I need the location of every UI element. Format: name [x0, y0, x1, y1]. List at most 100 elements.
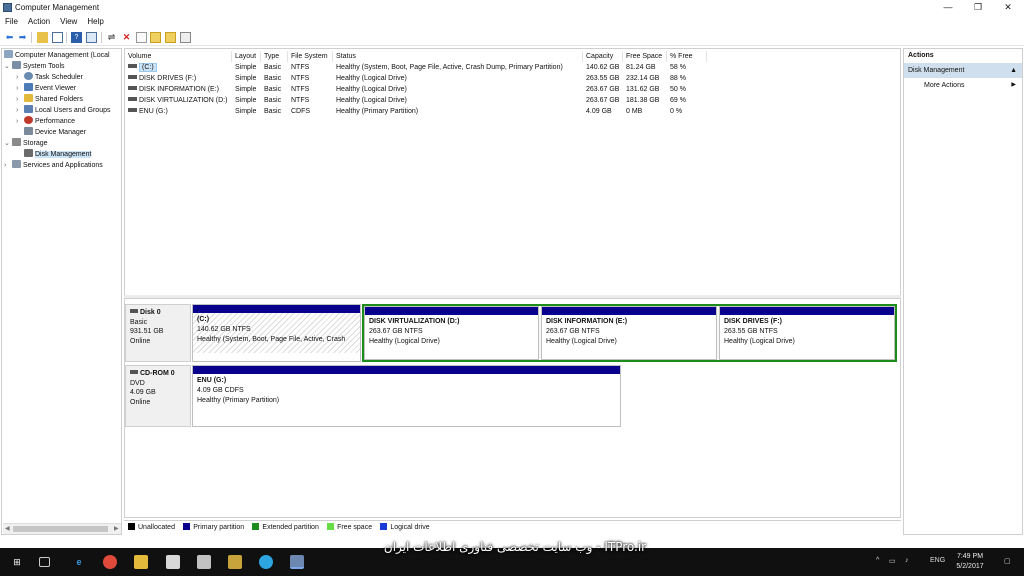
tree-item-task-scheduler[interactable]: › Task Scheduler: [16, 72, 83, 83]
menu-view[interactable]: View: [55, 15, 82, 28]
partition-c[interactable]: (C:) 140.62 GB NTFS Healthy (System, Boo…: [192, 304, 361, 362]
tree-item-system-tools[interactable]: ⌄ System Tools: [4, 61, 65, 72]
forward-icon[interactable]: ➡: [17, 32, 28, 43]
minimize-button[interactable]: —: [934, 0, 962, 14]
cell-type: Basic: [264, 64, 282, 71]
expand-icon[interactable]: ›: [16, 83, 24, 94]
collapse-icon[interactable]: ⌄: [4, 138, 12, 149]
clock-icon: [24, 72, 33, 80]
col-capacity[interactable]: Capacity: [583, 51, 623, 62]
tree-item-shared-folders[interactable]: › Shared Folders: [16, 94, 83, 105]
notifications-icon[interactable]: ▢: [1004, 557, 1011, 565]
partition-d[interactable]: DISK VIRTUALIZATION (D:) 263.67 GB NTFS …: [364, 306, 539, 360]
col-percent-free[interactable]: % Free: [667, 51, 707, 62]
partition-size: 263.55 GB NTFS: [724, 328, 778, 335]
file-explorer-icon[interactable]: [134, 555, 148, 569]
scroll-right-icon[interactable]: ▶: [114, 525, 119, 532]
show-hide-tree-icon[interactable]: [52, 32, 63, 43]
language-indicator[interactable]: ENG: [930, 557, 945, 564]
telegram-icon[interactable]: [259, 555, 273, 569]
collapse-icon[interactable]: ▲: [1010, 63, 1017, 78]
open-icon[interactable]: [150, 32, 161, 43]
collapse-icon[interactable]: ⌄: [4, 61, 12, 72]
computer-management-taskbar-icon[interactable]: [290, 555, 304, 569]
tree-item-services[interactable]: › Services and Applications: [4, 160, 103, 171]
scroll-thumb[interactable]: [13, 526, 108, 532]
start-icon[interactable]: ⊞: [10, 555, 24, 569]
folder-icon: [24, 94, 33, 102]
volume-row-e[interactable]: DISK INFORMATION (E:): [125, 84, 219, 95]
cell-percent-free: 88 %: [670, 75, 686, 82]
volume-icon[interactable]: ♪: [905, 557, 909, 564]
menu-action[interactable]: Action: [23, 15, 55, 28]
cell-layout: Simple: [235, 97, 257, 104]
cell-type: Basic: [264, 75, 282, 82]
volume-row-f[interactable]: DISK DRIVES (F:): [125, 73, 196, 84]
tree-horizontal-scrollbar[interactable]: ◀ ▶: [3, 523, 121, 534]
up-folder-icon[interactable]: [37, 32, 48, 43]
tree-item-performance[interactable]: › Performance: [16, 116, 75, 127]
volume-row-c[interactable]: (C:): [125, 62, 157, 73]
expand-icon[interactable]: ›: [16, 105, 24, 116]
connect-icon[interactable]: ⇌: [106, 32, 117, 43]
menu-help[interactable]: Help: [82, 15, 108, 28]
close-button[interactable]: ✕: [994, 0, 1022, 14]
maximize-button[interactable]: ❐: [964, 0, 992, 14]
col-layout[interactable]: Layout: [232, 51, 261, 62]
properties-sheet-icon[interactable]: [136, 32, 147, 43]
volume-row-g[interactable]: ENU (G:): [125, 106, 168, 117]
chrome-icon[interactable]: [103, 555, 117, 569]
tree-item-device-manager[interactable]: Device Manager: [24, 127, 86, 138]
app-icon-generic[interactable]: [197, 555, 211, 569]
cell-free-space: 131.62 GB: [626, 86, 660, 93]
expand-icon[interactable]: ›: [16, 72, 24, 83]
tree-item-storage[interactable]: ⌄ Storage: [4, 138, 48, 149]
partition-g[interactable]: ENU (G:) 4.09 GB CDFS Healthy (Primary P…: [192, 365, 621, 427]
col-free-space[interactable]: Free Space: [623, 51, 667, 62]
tree-item-disk-management[interactable]: Disk Management: [24, 149, 92, 160]
cell-layout: Simple: [235, 86, 257, 93]
cdrom-0-type: DVD: [130, 379, 145, 387]
actions-section-disk-management[interactable]: Disk Management ▲: [904, 63, 1022, 78]
scroll-left-icon[interactable]: ◀: [5, 525, 10, 532]
tree-item-event-viewer[interactable]: › Event Viewer: [16, 83, 76, 94]
disk-0-label[interactable]: Disk 0 Basic 931.51 GB Online: [125, 304, 191, 362]
partition-f[interactable]: DISK DRIVES (F:) 263.55 GB NTFS Healthy …: [719, 306, 895, 360]
back-icon[interactable]: ⬅: [4, 32, 15, 43]
expand-icon[interactable]: ›: [16, 94, 24, 105]
more-actions-item[interactable]: More Actions ▶: [904, 78, 1022, 93]
col-type[interactable]: Type: [261, 51, 288, 62]
cell-capacity: 263.67 GB: [586, 86, 620, 93]
cdrom-0-status: Online: [130, 398, 151, 406]
partition-e[interactable]: DISK INFORMATION (E:) 263.67 GB NTFS Hea…: [541, 306, 717, 360]
cell-file-system: CDFS: [291, 108, 311, 115]
edge-icon[interactable]: e: [72, 555, 86, 569]
cd-volume-icon: [128, 108, 137, 112]
expand-icon[interactable]: ›: [16, 116, 24, 127]
tree-root[interactable]: Computer Management (Local: [4, 50, 110, 61]
menu-file[interactable]: File: [0, 15, 23, 28]
partition-name: DISK INFORMATION (E:): [546, 318, 628, 325]
search-icon[interactable]: [165, 32, 176, 43]
volume-row-d[interactable]: DISK VIRTUALIZATION (D:): [125, 95, 227, 106]
volume-icon: [128, 64, 137, 68]
help-icon[interactable]: ?: [71, 32, 82, 43]
properties-icon[interactable]: [86, 32, 97, 43]
cdrom-0-label[interactable]: CD-ROM 0 DVD 4.09 GB Online: [125, 365, 191, 427]
partition-size: 140.62 GB NTFS: [197, 326, 251, 333]
network-icon[interactable]: ▭: [889, 557, 896, 565]
cell-file-system: NTFS: [291, 86, 310, 93]
app-icon-generic[interactable]: [228, 555, 242, 569]
app-icon-generic[interactable]: [166, 555, 180, 569]
task-view-icon[interactable]: [39, 557, 50, 567]
col-file-system[interactable]: File System: [288, 51, 333, 62]
view-icon[interactable]: [180, 32, 191, 43]
col-volume[interactable]: Volume: [125, 51, 232, 62]
cell-type: Basic: [264, 97, 282, 104]
col-status[interactable]: Status: [333, 51, 583, 62]
tree-item-local-users[interactable]: › Local Users and Groups: [16, 105, 110, 116]
clock[interactable]: 7:49 PM 5/2/2017: [950, 552, 990, 572]
delete-icon[interactable]: ✕: [121, 32, 132, 43]
expand-icon[interactable]: ›: [4, 160, 12, 171]
tray-up-arrow-icon[interactable]: ^: [876, 557, 879, 564]
